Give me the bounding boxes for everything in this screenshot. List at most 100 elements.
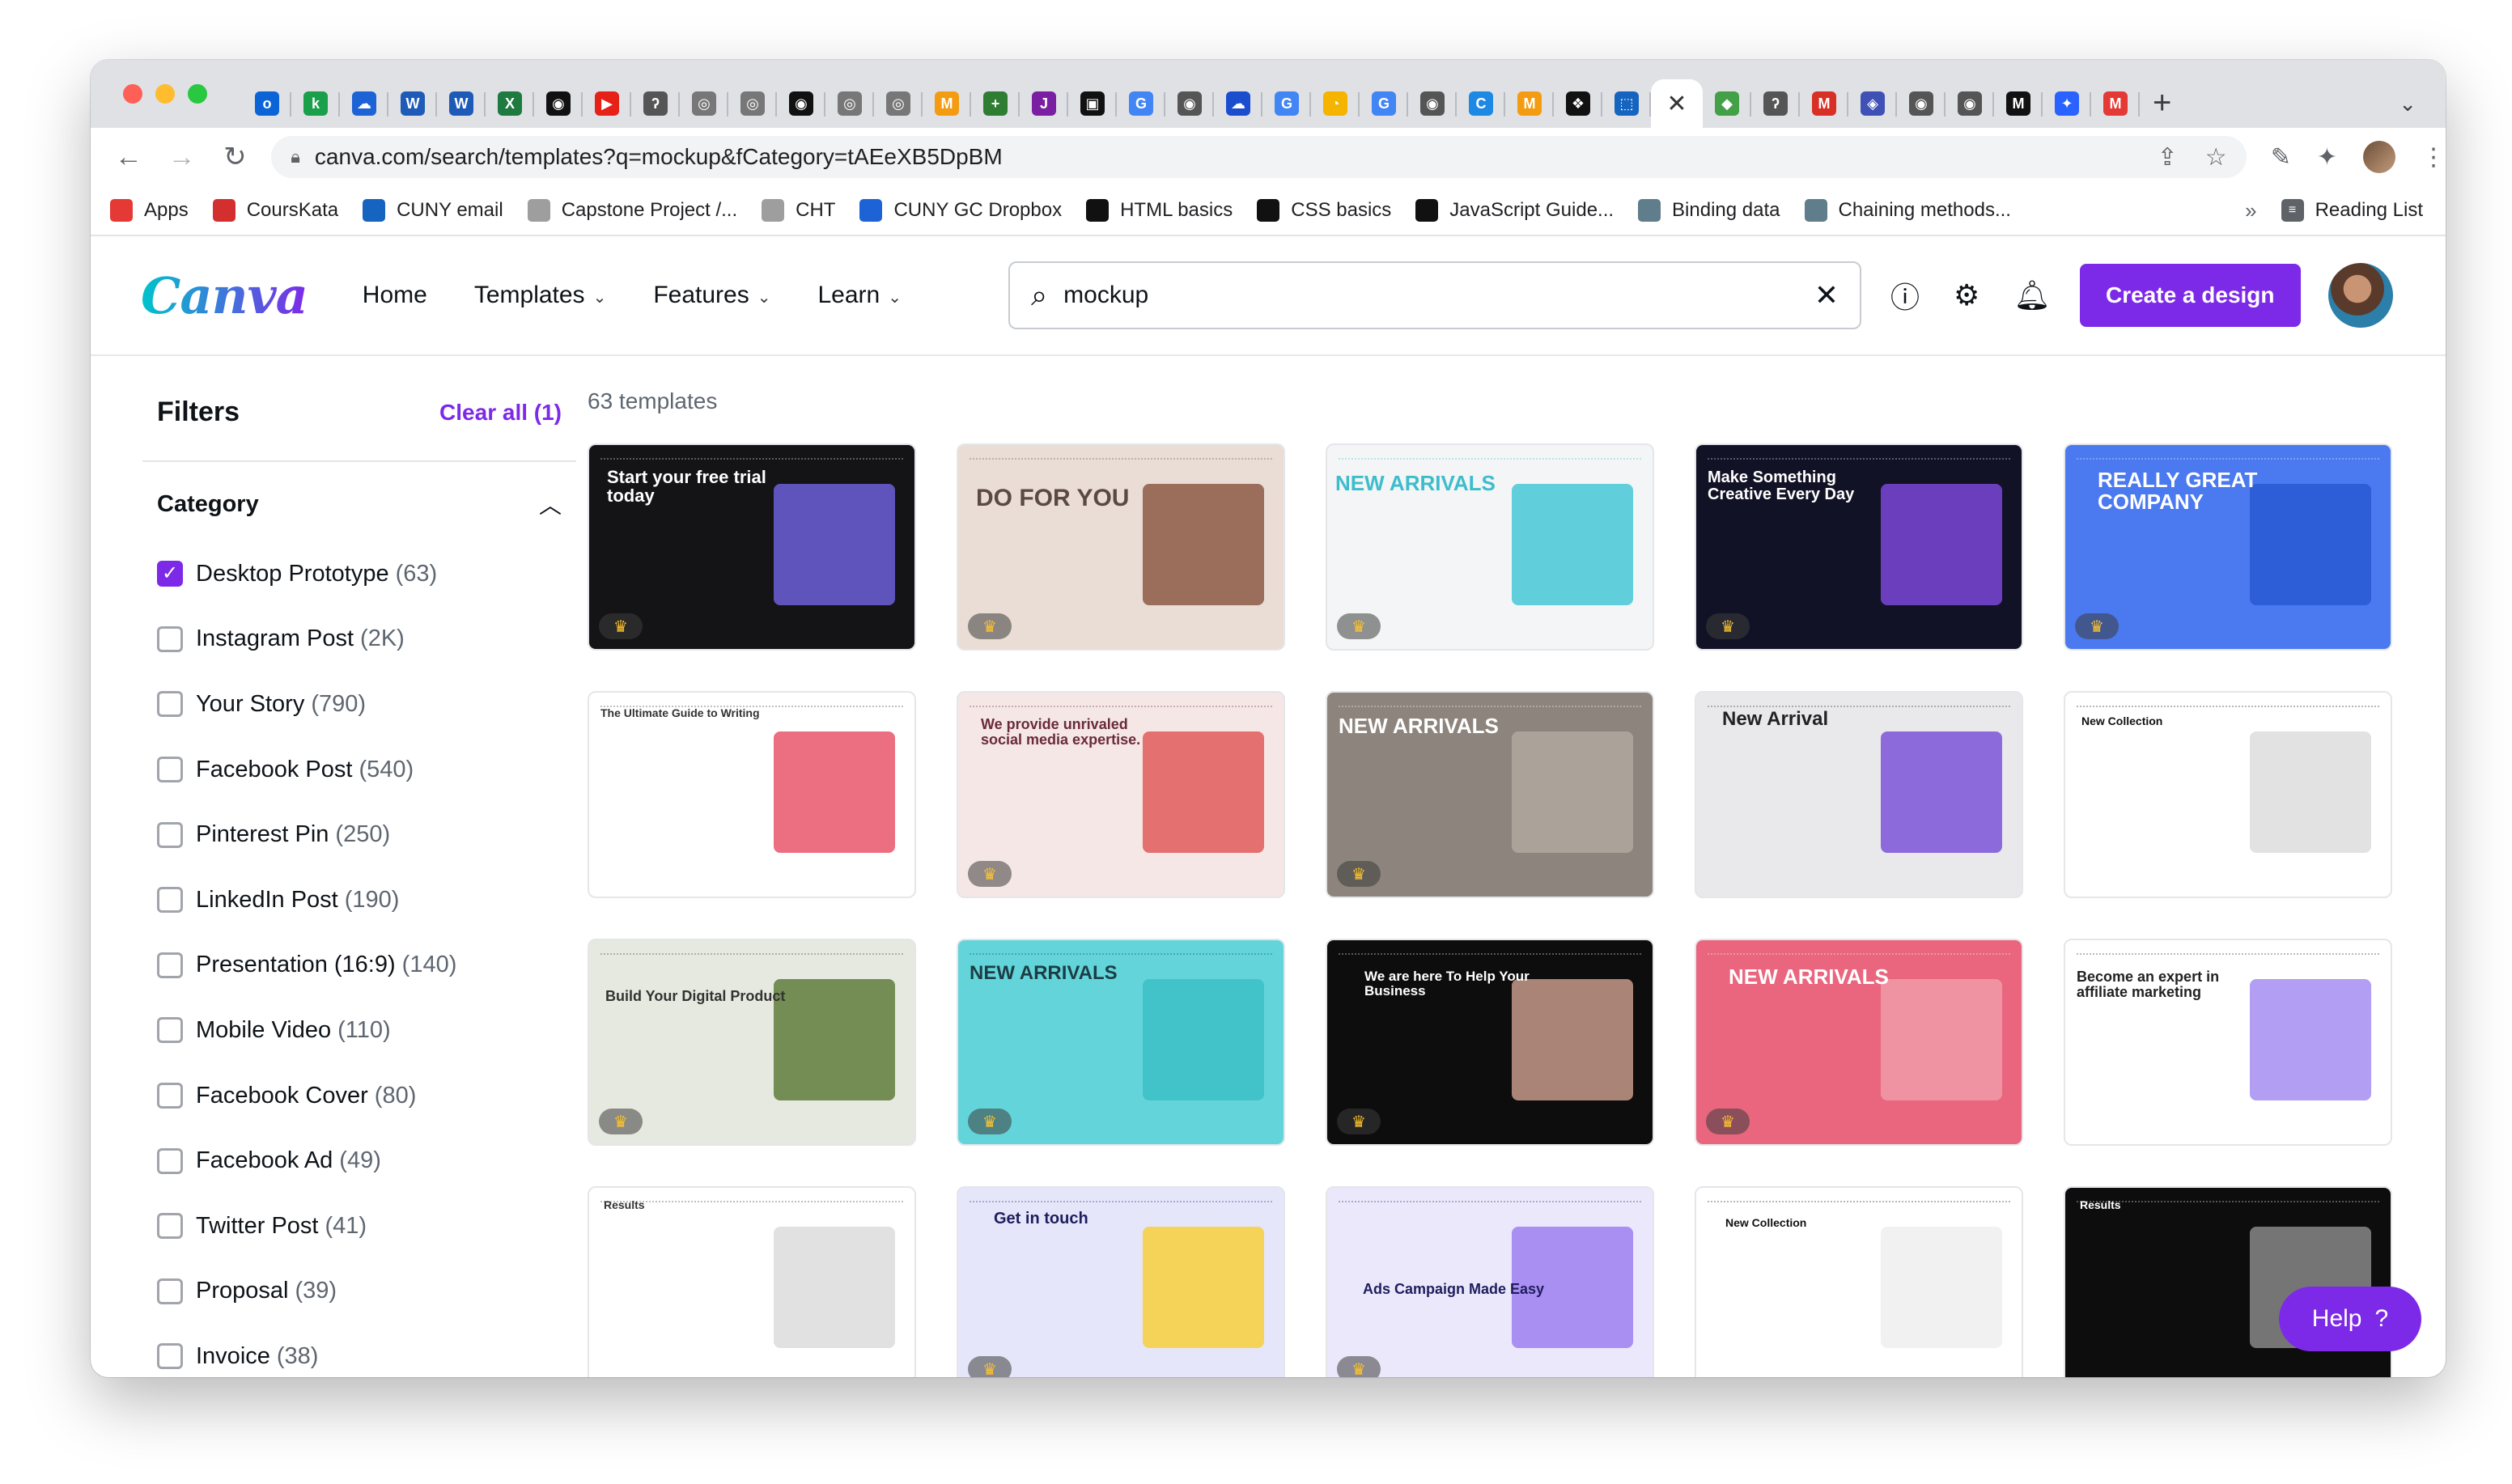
reading-list-button[interactable]: ≡ Reading List <box>2281 199 2423 222</box>
category-filter-item[interactable]: ✓ Desktop Prototype (63) <box>157 541 576 607</box>
browser-tab[interactable]: W <box>437 79 486 128</box>
clear-search-icon[interactable]: ✕ <box>1814 278 1839 312</box>
template-card[interactable]: Start your free trial today ♛ <box>588 443 916 651</box>
browser-tab[interactable]: ✦ <box>2043 79 2091 128</box>
template-card[interactable]: New Collection <box>1695 1186 2023 1377</box>
browser-tab[interactable]: ◎ <box>825 79 874 128</box>
settings-gear-icon[interactable]: ⚙ <box>1954 278 1979 312</box>
address-bar[interactable]: 🔒︎ canva.com/search/templates?q=mockup&f… <box>271 136 2247 178</box>
maximize-window-button[interactable] <box>188 84 207 104</box>
more-bookmarks-button[interactable]: » <box>2245 198 2256 223</box>
close-window-button[interactable] <box>123 84 142 104</box>
browser-tab[interactable]: ʔ <box>631 79 680 128</box>
browser-tab[interactable]: G <box>1117 79 1165 128</box>
browser-tab[interactable]: C <box>1457 79 1505 128</box>
bookmark-item[interactable]: CSS basics <box>1257 199 1391 222</box>
filter-checkbox[interactable] <box>157 691 183 718</box>
category-filter-item[interactable]: LinkedIn Post (190) <box>157 867 576 933</box>
filter-checkbox[interactable] <box>157 952 183 978</box>
category-filter-item[interactable]: Facebook Post (540) <box>157 737 576 803</box>
filter-checkbox[interactable] <box>157 887 183 914</box>
browser-tab[interactable]: ☁ <box>1214 79 1262 128</box>
bookmark-item[interactable]: Binding data <box>1638 199 1780 222</box>
notifications-bell-icon[interactable]: 🔔︎ <box>2013 278 2051 312</box>
template-card[interactable]: NEW ARRIVALS ♛ <box>1326 443 1654 651</box>
bookmark-item[interactable]: CoursKata <box>212 199 338 222</box>
category-filter-item[interactable]: Twitter Post (41) <box>157 1194 576 1259</box>
forward-button[interactable]: → <box>155 142 209 173</box>
browser-tab[interactable]: o <box>243 79 291 128</box>
browser-tab[interactable]: G <box>1360 79 1408 128</box>
browser-tab[interactable]: M <box>923 79 971 128</box>
template-card[interactable]: Build Your Digital Product ♛ <box>588 939 916 1146</box>
filter-checkbox[interactable] <box>157 1278 183 1304</box>
browser-tab[interactable]: ◆ <box>1703 79 1751 128</box>
clear-all-link[interactable]: Clear all (1) <box>439 400 562 426</box>
template-card[interactable]: The Ultimate Guide to Writing <box>588 691 916 898</box>
template-card[interactable]: We are here To Help Your Business ♛ <box>1326 939 1654 1146</box>
browser-tab[interactable]: ▣ <box>1068 79 1117 128</box>
category-filter-item[interactable]: Pinterest Pin (250) <box>157 802 576 867</box>
template-card[interactable]: New Collection <box>2064 691 2392 898</box>
filter-checkbox[interactable] <box>157 1017 183 1044</box>
browser-menu-icon[interactable]: ⋮ <box>2421 143 2446 172</box>
create-design-button[interactable]: Create a design <box>2079 264 2301 327</box>
profile-avatar[interactable] <box>2362 141 2395 173</box>
template-card[interactable]: DO FOR YOU ♛ <box>957 443 1285 651</box>
browser-tab[interactable]: W <box>388 79 437 128</box>
browser-tab[interactable]: ◉ <box>1946 79 1994 128</box>
new-tab-button[interactable]: + <box>2153 85 2171 121</box>
bookmark-star-icon[interactable]: ☆ <box>2205 143 2227 172</box>
filter-checkbox[interactable] <box>157 1147 183 1174</box>
browser-tab[interactable]: J <box>1020 79 1068 128</box>
template-card[interactable]: NEW ARRIVALS ♛ <box>957 939 1285 1146</box>
bookmark-item[interactable]: JavaScript Guide... <box>1415 199 1614 222</box>
template-card[interactable]: NEW ARRIVALS ♛ <box>1326 691 1654 898</box>
template-card[interactable]: New Arrival <box>1695 691 2023 898</box>
tab-search-icon[interactable]: ⌄ <box>2399 91 2417 117</box>
browser-tab[interactable]: ◉ <box>534 79 583 128</box>
template-card[interactable]: We provide unrivaled social media expert… <box>957 691 1285 898</box>
category-filter-item[interactable]: Facebook Ad (49) <box>157 1128 576 1194</box>
filter-checkbox[interactable] <box>157 1083 183 1109</box>
browser-tab[interactable]: M <box>1505 79 1554 128</box>
close-tab-icon[interactable]: ✕ <box>1666 90 1687 118</box>
browser-tab[interactable]: ❖ <box>1554 79 1602 128</box>
template-card[interactable]: Results <box>588 1186 916 1377</box>
category-header[interactable]: Category ︿ <box>142 488 576 520</box>
browser-tab[interactable]: ◈ <box>1848 79 1897 128</box>
nav-features[interactable]: Features ⌄ <box>653 282 770 309</box>
browser-tab[interactable]: ▶ <box>583 79 631 128</box>
category-filter-item[interactable]: Invoice (38) <box>157 1324 576 1377</box>
browser-tab[interactable]: G <box>1262 79 1311 128</box>
template-card[interactable]: Ads Campaign Made Easy ♛ <box>1326 1186 1654 1377</box>
canva-logo[interactable]: Canva <box>141 266 308 325</box>
browser-tab[interactable]: ☁ <box>340 79 388 128</box>
browser-tab[interactable]: + <box>971 79 1020 128</box>
browser-tab[interactable]: M <box>2091 79 2140 128</box>
bookmark-item[interactable]: Capstone Project /... <box>527 199 737 222</box>
category-filter-item[interactable]: Proposal (39) <box>157 1259 576 1325</box>
category-filter-item[interactable]: Instagram Post (2K) <box>157 607 576 672</box>
bookmark-item[interactable]: CUNY email <box>363 199 503 222</box>
extensions-puzzle-icon[interactable]: ✦ <box>2317 143 2337 172</box>
template-card[interactable]: REALLY GREAT COMPANY ♛ <box>2064 443 2392 651</box>
browser-tab[interactable]: ʔ <box>1751 79 1800 128</box>
minimize-window-button[interactable] <box>155 84 175 104</box>
bookmark-item[interactable]: Apps <box>110 199 189 222</box>
filter-checkbox[interactable]: ✓ <box>157 561 183 587</box>
template-card[interactable]: Become an expert in affiliate marketing <box>2064 939 2392 1146</box>
nav-templates[interactable]: Templates ⌄ <box>474 282 607 309</box>
browser-tab[interactable]: ◉ <box>1165 79 1214 128</box>
browser-tab[interactable]: ◎ <box>728 79 777 128</box>
template-card[interactable]: NEW ARRIVALS ♛ <box>1695 939 2023 1146</box>
browser-tab[interactable]: k <box>291 79 340 128</box>
bookmark-item[interactable]: HTML basics <box>1086 199 1233 222</box>
bookmark-item[interactable]: CUNY GC Dropbox <box>859 199 1062 222</box>
user-avatar[interactable] <box>2327 263 2393 328</box>
category-filter-item[interactable]: Your Story (790) <box>157 672 576 737</box>
nav-home[interactable]: Home <box>363 282 427 309</box>
help-button[interactable]: Help ? <box>2279 1287 2421 1351</box>
browser-tab[interactable]: ◉ <box>777 79 825 128</box>
search-input[interactable]: ⌕ mockup ✕ <box>1008 261 1861 329</box>
